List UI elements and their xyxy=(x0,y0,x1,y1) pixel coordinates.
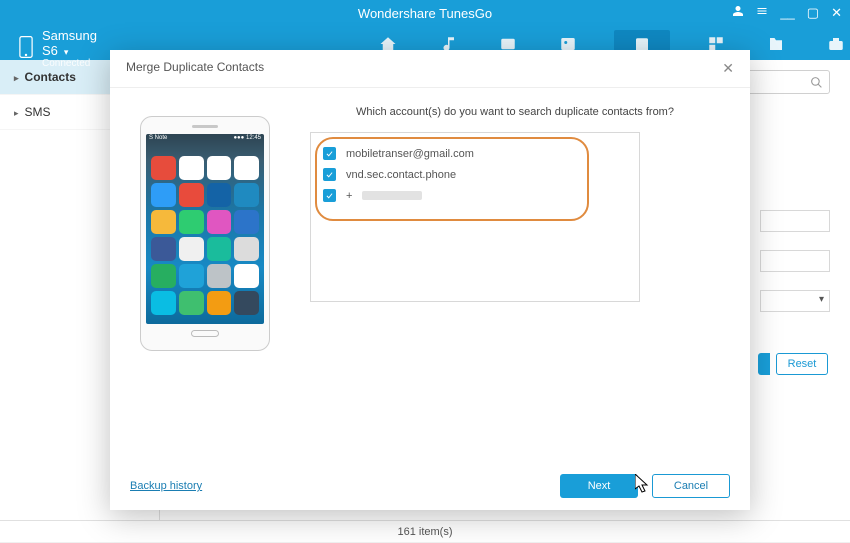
account-row: mobiletranser@gmail.com xyxy=(323,143,627,164)
account-row: + xyxy=(323,185,627,206)
account-checkbox[interactable] xyxy=(323,189,336,202)
detail-field[interactable] xyxy=(760,250,830,272)
minimize-icon[interactable]: __ xyxy=(780,5,794,21)
menu-icon[interactable] xyxy=(756,5,768,21)
dialog-question: Which account(s) do you want to search d… xyxy=(310,106,720,118)
maximize-icon[interactable]: ▢ xyxy=(807,5,819,21)
close-icon[interactable]: ✕ xyxy=(722,60,734,77)
account-panel: Which account(s) do you want to search d… xyxy=(310,106,720,444)
primary-chip xyxy=(758,353,770,375)
app-title: Wondershare TunesGo xyxy=(358,6,492,21)
account-row: vnd.sec.contact.phone xyxy=(323,164,627,185)
account-checkbox[interactable] xyxy=(323,147,336,160)
account-label: + xyxy=(346,190,352,202)
user-icon[interactable] xyxy=(732,5,744,21)
statusbar: 161 item(s) xyxy=(0,520,850,542)
backup-history-link[interactable]: Backup history xyxy=(130,480,202,492)
account-label: mobiletranser@gmail.com xyxy=(346,148,474,160)
redacted-text xyxy=(362,191,422,200)
item-count: 161 item(s) xyxy=(397,526,452,538)
tab-toolbox-icon[interactable] xyxy=(822,30,850,58)
close-icon[interactable]: ✕ xyxy=(831,5,842,21)
titlebar: Wondershare TunesGo __ ▢ ✕ xyxy=(0,0,850,26)
account-checkbox[interactable] xyxy=(323,168,336,181)
account-label: vnd.sec.contact.phone xyxy=(346,169,456,181)
phone-icon xyxy=(18,36,34,61)
reset-button[interactable]: Reset xyxy=(776,353,828,375)
detail-select[interactable] xyxy=(760,290,830,312)
account-list: mobiletranser@gmail.com vnd.sec.contact.… xyxy=(310,132,640,302)
search-icon xyxy=(810,76,823,89)
dialog-header: Merge Duplicate Contacts ✕ xyxy=(110,50,750,88)
phone-illustration: S Note●●● 12:45 xyxy=(140,116,270,351)
device-name: Samsung S6 xyxy=(42,28,97,58)
cancel-button[interactable]: Cancel xyxy=(652,474,730,498)
next-button[interactable]: Next xyxy=(560,474,638,498)
tab-files-icon[interactable] xyxy=(762,30,790,58)
dialog-footer: Backup history Next Cancel xyxy=(110,462,750,510)
merge-contacts-dialog: Merge Duplicate Contacts ✕ S Note●●● 12:… xyxy=(110,50,750,510)
window-controls: __ ▢ ✕ xyxy=(732,5,842,21)
detail-fields xyxy=(760,210,830,312)
detail-field[interactable] xyxy=(760,210,830,232)
cursor-icon xyxy=(635,474,651,494)
chevron-down-icon: ▾ xyxy=(64,47,69,57)
dialog-title: Merge Duplicate Contacts xyxy=(126,60,264,77)
